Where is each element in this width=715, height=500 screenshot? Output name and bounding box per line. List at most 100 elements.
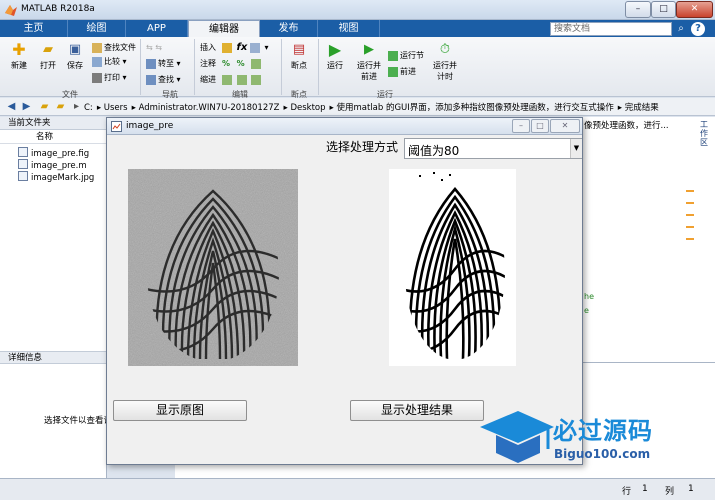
new-button[interactable]: ✚ 新建 xyxy=(4,41,34,71)
run-time-icon: ⏱ xyxy=(439,42,451,57)
editor-tab-title[interactable]: 像预处理函数，进行... xyxy=(584,119,669,131)
close-button[interactable]: ✕ xyxy=(676,1,713,18)
row-label: 行 xyxy=(622,487,632,497)
fig-file-icon xyxy=(18,147,28,157)
arrow-right-icon[interactable]: ▶ xyxy=(20,100,33,113)
tab-home[interactable]: 主页 xyxy=(0,20,68,37)
chevron-down-icon[interactable]: ▼ xyxy=(570,139,582,158)
breadcrumb[interactable]: C: ▸ Users ▸ Administrator.WIN7U-20180127Z… xyxy=(84,101,663,113)
find-button[interactable]: 查找 ▾ xyxy=(146,75,181,85)
fx-label[interactable]: fx xyxy=(237,42,248,53)
insert-button[interactable]: 插入 xyxy=(200,43,216,53)
method-label: 选择处理方式 xyxy=(326,140,399,154)
decrease-indent-icon[interactable] xyxy=(251,75,262,85)
search-icon[interactable]: ⌕ xyxy=(674,22,688,36)
code-analyzer-mark[interactable] xyxy=(686,214,694,216)
maximize-button[interactable]: □ xyxy=(651,1,676,18)
code-fragment: he xyxy=(584,292,594,301)
comment-label: 注释 xyxy=(200,59,216,68)
show-result-button[interactable]: 显示处理结果 xyxy=(350,400,484,421)
print-button[interactable]: 打印 ▾ xyxy=(92,73,127,83)
name-column-header[interactable]: 名称 xyxy=(0,131,107,144)
comment-button[interactable]: 注释 xyxy=(200,59,216,69)
figure-close-button[interactable]: ✕ xyxy=(550,119,580,133)
compare-icon xyxy=(92,57,102,67)
goto-button[interactable]: 转至 ▾ xyxy=(146,59,181,69)
find-files-label: 查找文件 xyxy=(104,43,136,52)
ribbon-separator xyxy=(140,39,141,95)
code-analyzer-mark[interactable] xyxy=(686,190,694,192)
search-documentation-input[interactable]: 搜索文档 xyxy=(550,22,672,36)
breadcrumb-users[interactable]: Users xyxy=(104,103,128,113)
breadcrumb-user[interactable]: Administrator.WIN7U-20180127Z xyxy=(139,103,280,113)
folder-browse-icon[interactable]: ▰ xyxy=(54,100,67,113)
editor-ribbon: ✚ 新建 ▰ 打开 ▣ 保存 查找文件 比较 ▾ 打印 ▾ 文件 ⇆ ⇆ 转至 … xyxy=(0,37,715,99)
advance-button[interactable]: 前进 xyxy=(388,67,416,77)
advance-icon xyxy=(388,67,398,77)
code-analyzer-mark[interactable] xyxy=(686,226,694,228)
result-image-axes xyxy=(389,169,516,366)
run-and-time-button[interactable]: ⏱ 运行并 计时 xyxy=(428,41,462,82)
matlab-logo-icon xyxy=(5,5,17,16)
code-analyzer-mark[interactable] xyxy=(686,238,694,240)
code-analyzer-mark[interactable] xyxy=(686,202,694,204)
figure-minimize-button[interactable]: – xyxy=(512,119,530,133)
breadcrumb-drive[interactable]: C: xyxy=(84,103,93,113)
ribbon-separator xyxy=(194,39,195,95)
tab-view[interactable]: 视图 xyxy=(318,20,380,37)
save-button[interactable]: ▣ 保存 xyxy=(62,41,88,71)
wrap-comment-icon[interactable] xyxy=(251,59,262,69)
breakpoints-label: 断点 xyxy=(291,61,307,70)
tab-plots[interactable]: 绘图 xyxy=(68,20,126,37)
breakpoints-button[interactable]: ▤ 断点 xyxy=(284,41,314,71)
watermark-brand: 必过源码 xyxy=(553,417,653,445)
smart-indent-icon[interactable] xyxy=(222,75,232,85)
figure-maximize-button[interactable]: □ xyxy=(531,119,549,133)
indent-label: 缩进 xyxy=(200,75,216,84)
insert-section-icon xyxy=(222,43,232,53)
indent-button[interactable]: 缩进 xyxy=(200,75,216,85)
find-files-button[interactable]: 查找文件 xyxy=(92,43,136,53)
file-item[interactable]: imageMark.jpg xyxy=(18,171,94,184)
tab-editor[interactable]: 编辑器 xyxy=(188,20,260,37)
minimize-button[interactable]: – xyxy=(625,1,651,18)
open-button[interactable]: ▰ 打开 xyxy=(34,41,62,71)
run-section-label: 运行节 xyxy=(400,51,424,60)
run-button[interactable]: ▶ 运行 xyxy=(322,41,348,71)
tab-apps[interactable]: APP xyxy=(126,20,188,37)
percent-icon[interactable]: % xyxy=(222,59,230,68)
watermark-url: Biguo100.com xyxy=(554,447,651,461)
advance-label: 前进 xyxy=(400,67,416,76)
increase-indent-icon[interactable] xyxy=(236,75,247,85)
new-label: 新建 xyxy=(11,61,27,70)
insert-text-icon xyxy=(249,43,260,53)
run-time-label-2: 计时 xyxy=(437,72,453,81)
help-icon[interactable]: ? xyxy=(691,22,705,36)
status-bar: 行 1 列 1 xyxy=(0,478,715,500)
breadcrumb-project[interactable]: 使用matlab 的GUI界面，添加多种指纹图像预处理函数，进行交互式操作 xyxy=(336,103,613,113)
percent-brace-icon[interactable]: % xyxy=(237,59,245,68)
title-bar: MATLAB R2018a – □ ✕ xyxy=(0,0,715,20)
matlab-desktop: MATLAB R2018a – □ ✕ 主页 绘图 APP 编辑器 发布 视图 … xyxy=(0,0,715,500)
arrow-left-icon[interactable]: ◀ xyxy=(5,100,18,113)
folder-up-icon[interactable]: ▰ xyxy=(38,100,51,113)
run-and-advance-button[interactable]: ▶ 运行并 前进 xyxy=(352,41,386,82)
run-time-label-1: 运行并 xyxy=(433,61,457,70)
row-value: 1 xyxy=(642,484,648,494)
tab-publish[interactable]: 发布 xyxy=(260,20,318,37)
current-folder-title: 当前文件夹 xyxy=(0,117,107,130)
run-advance-label-2: 前进 xyxy=(361,72,377,81)
workspace-label[interactable]: 工作区 xyxy=(697,120,711,147)
goto-icon xyxy=(146,59,156,69)
print-label: 打印 xyxy=(104,73,120,82)
indent-icon-row xyxy=(222,75,263,85)
figure-title-bar[interactable]: image_pre – □ ✕ xyxy=(107,118,582,135)
original-image-axes xyxy=(128,169,298,366)
method-select[interactable]: 阈值为80 ▼ xyxy=(404,138,582,159)
compare-button[interactable]: 比较 ▾ xyxy=(92,57,127,67)
breadcrumb-desktop[interactable]: Desktop xyxy=(290,103,325,113)
show-original-button[interactable]: 显示原图 xyxy=(113,400,247,421)
print-icon xyxy=(92,73,102,83)
breadcrumb-result[interactable]: 完成结果 xyxy=(625,103,659,113)
run-section-button[interactable]: 运行节 xyxy=(388,51,424,61)
